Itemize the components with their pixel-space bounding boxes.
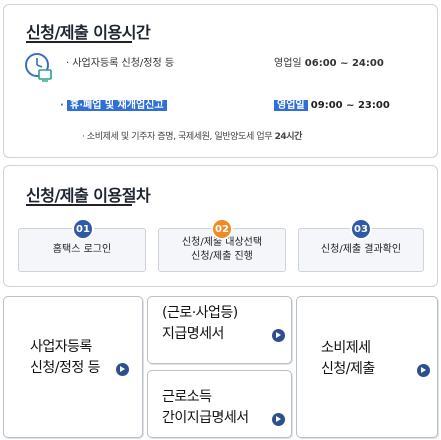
- income-statement-line1: (근로·사업등): [162, 305, 238, 321]
- hours-row-1-name: · 사업자등록 신청/정정 등: [66, 58, 175, 69]
- title-underline: [26, 204, 132, 206]
- business-registration-line2: 신청/정정 등: [30, 360, 101, 376]
- earned-income-line1: 근로소득: [162, 389, 212, 405]
- process-title: 신청/제출 이용절차: [26, 186, 151, 205]
- hours-row-1-value: 06:00 ~ 24:00: [304, 58, 384, 69]
- hours-note-text: · 소비제세 및 기주자 증명, 국제세원, 일반양도세 업무: [82, 132, 273, 142]
- step-3-text: 신청/제출 결과확인: [320, 244, 402, 255]
- hours-row-2-time: 영업일 09:00 ~ 23:00: [274, 96, 390, 111]
- arrow-circle-icon: [417, 364, 430, 377]
- hours-row-2-highlight: 휴·폐업 및 재개업신고: [67, 100, 167, 111]
- consumption-tax-line1: 소비제세: [321, 340, 371, 356]
- hours-panel: 신청/제출 이용시간 · 사업자등록 신청/정정 등 영업일 06:00 ~ 2…: [3, 4, 438, 158]
- step-1-badge: 01: [72, 218, 94, 240]
- hours-row-2-value: 09:00 ~ 23:00: [310, 100, 390, 111]
- step-2-badge: 02: [211, 218, 233, 240]
- arrow-circle-icon: [116, 363, 129, 376]
- earned-income-line2: 간이지급명세서: [162, 410, 249, 426]
- earned-income-button[interactable]: 근로소득 간이지급명세서: [147, 370, 292, 438]
- hours-row-2-label: 영업일: [274, 100, 308, 111]
- hours-row-1-time: 영업일 06:00 ~ 24:00: [274, 54, 384, 69]
- business-registration-button[interactable]: 사업자등록 신청/정정 등: [3, 296, 143, 438]
- hours-row-1-label: 영업일: [274, 58, 302, 69]
- step-1-text: 홈택스 로그인: [52, 244, 112, 255]
- hours-row-2-name: · 휴·폐업 및 재개업신고: [60, 96, 167, 111]
- hours-title: 신청/제출 이용시간: [26, 23, 151, 42]
- hours-note: · 소비제세 및 기주자 증명, 국제세원, 일반양도세 업무 24시간: [82, 129, 302, 142]
- consumption-tax-line2: 신청/제출: [321, 361, 375, 377]
- consumption-tax-button[interactable]: 소비제세 신청/제출: [296, 296, 438, 438]
- income-statement-line2: 지급명세서: [162, 326, 224, 342]
- title-underline: [26, 41, 132, 43]
- arrow-circle-icon: [272, 413, 285, 426]
- income-statement-button[interactable]: (근로·사업등) 지급명세서: [147, 296, 292, 364]
- step-3-badge: 03: [350, 218, 372, 240]
- clock-computer-icon: [25, 53, 52, 82]
- arrow-circle-icon: [272, 329, 285, 342]
- step-2-text-2: 신청/제출 진행: [191, 251, 253, 262]
- hours-note-24h: 24시간: [274, 132, 303, 142]
- business-registration-line1: 사업자등록: [30, 339, 92, 355]
